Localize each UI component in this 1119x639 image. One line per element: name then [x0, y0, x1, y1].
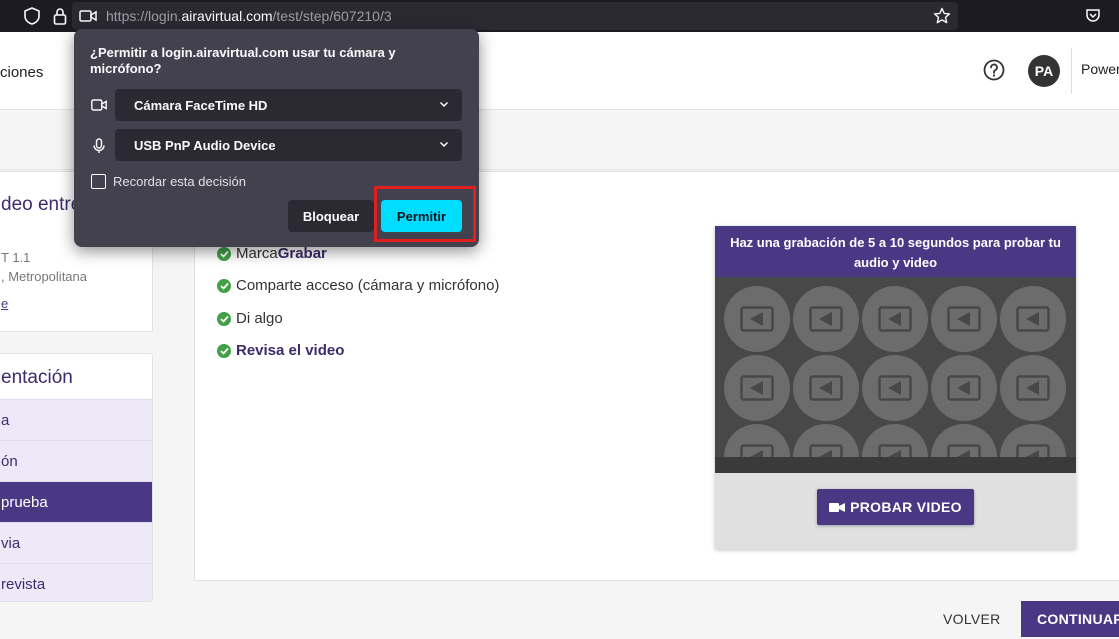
continue-button[interactable]: CONTINUAR [1021, 601, 1119, 637]
check-icon [217, 343, 231, 358]
video-tile-play-icon [724, 424, 790, 457]
menu-item[interactable]: via [0, 522, 152, 563]
video-tile-grid [715, 277, 1076, 457]
url-text[interactable]: https://login.airavirtual.com/test/step/… [106, 8, 392, 24]
video-tile-play-icon [793, 355, 859, 421]
test-video-label: PROBAR VIDEO [850, 499, 962, 515]
menu-title: entación [1, 367, 73, 388]
video-tile-play-icon [724, 355, 790, 421]
video-tile-play-icon [1000, 286, 1066, 352]
help-icon[interactable] [983, 59, 1005, 81]
camera-permission-icon[interactable] [78, 6, 98, 26]
menu-item-label: prueba [1, 493, 48, 511]
bookmark-star-icon[interactable] [932, 6, 952, 26]
remember-label: Recordar esta decisión [113, 174, 246, 189]
video-tile-play-icon [724, 286, 790, 352]
menu-item-label: via [1, 534, 21, 552]
camera-select[interactable]: Cámara FaceTime HD [115, 89, 462, 121]
camera-icon [91, 98, 107, 114]
menu-item[interactable]: revista [0, 563, 152, 601]
lock-icon[interactable] [50, 6, 70, 26]
video-test-card: Haz una grabación de 5 a 10 segundos par… [715, 226, 1076, 549]
avatar[interactable]: PA [1028, 55, 1060, 87]
step-record: Marca Grabar [217, 245, 327, 262]
check-icon [217, 278, 231, 293]
video-tile-play-icon [931, 355, 997, 421]
video-camera-icon [829, 502, 846, 512]
menu-item-label: a [1, 411, 10, 429]
pocket-icon[interactable] [1083, 6, 1103, 26]
video-card-header: Haz una grabación de 5 a 10 segundos par… [715, 226, 1076, 277]
video-preview-footer [715, 457, 1076, 473]
address-bar[interactable]: https://login.airavirtual.com/test/step/… [72, 2, 958, 30]
step-highlight: Revisa el video [236, 342, 345, 359]
chevron-down-icon [439, 101, 449, 108]
step-highlight: Grabar [277, 245, 327, 262]
chevron-down-icon [439, 141, 449, 148]
highlight-box [374, 186, 476, 242]
video-tile-play-icon [793, 424, 859, 457]
header-divider [1071, 48, 1072, 94]
camera-select-value: Cámara FaceTime HD [134, 97, 268, 113]
popup-title: ¿Permitir a login.airavirtual.com usar t… [90, 45, 396, 76]
menu-item-active[interactable]: prueba [0, 481, 152, 522]
step-review-video: Revisa el video [217, 342, 344, 359]
step-say-something: Di algo [217, 310, 283, 327]
video-tile-play-icon [931, 424, 997, 457]
video-tile-play-icon [793, 286, 859, 352]
remember-decision[interactable]: Recordar esta decisión [91, 174, 246, 189]
browser-toolbar: https://login.airavirtual.com/test/step/… [0, 0, 1119, 32]
check-icon [217, 246, 231, 261]
orientation-menu: a ón prueba via revista [0, 399, 152, 601]
menu-item[interactable]: a [0, 399, 152, 440]
menu-item[interactable]: ón [0, 440, 152, 481]
microphone-select-value: USB PnP Audio Device [134, 137, 276, 153]
menu-item-label: ón [1, 452, 18, 470]
powered-by-text: Power [1081, 61, 1119, 77]
orientation-menu-card: entación a ón prueba via revista [0, 353, 153, 602]
step-text: Marca [236, 245, 278, 262]
video-tile-play-icon [862, 424, 928, 457]
microphone-select[interactable]: USB PnP Audio Device [115, 129, 462, 161]
step-share-access: Comparte acceso (cámara y micrófono) [217, 277, 499, 294]
card-location: , Metropolitana [1, 269, 87, 284]
microphone-icon [91, 138, 107, 154]
step-text: Comparte acceso (cámara y micrófono) [236, 277, 500, 294]
card-title: deo entre [1, 194, 82, 215]
card-link[interactable]: e [1, 296, 8, 311]
menu-item-label: revista [1, 575, 46, 593]
check-icon [217, 311, 231, 326]
test-video-button[interactable]: PROBAR VIDEO [817, 489, 974, 525]
step-text: Di algo [236, 310, 283, 327]
block-button[interactable]: Bloquear [288, 200, 374, 232]
remember-checkbox[interactable] [91, 174, 106, 189]
video-tile-play-icon [1000, 355, 1066, 421]
nav-item-fragment[interactable]: ciones [0, 64, 43, 81]
shield-icon[interactable] [22, 6, 42, 26]
video-preview [715, 277, 1076, 457]
video-tile-play-icon [1000, 424, 1066, 457]
video-tile-play-icon [862, 286, 928, 352]
card-line: T 1.1 [1, 250, 31, 265]
video-tile-play-icon [931, 286, 997, 352]
back-button[interactable]: VOLVER [943, 611, 1001, 627]
video-tile-play-icon [862, 355, 928, 421]
